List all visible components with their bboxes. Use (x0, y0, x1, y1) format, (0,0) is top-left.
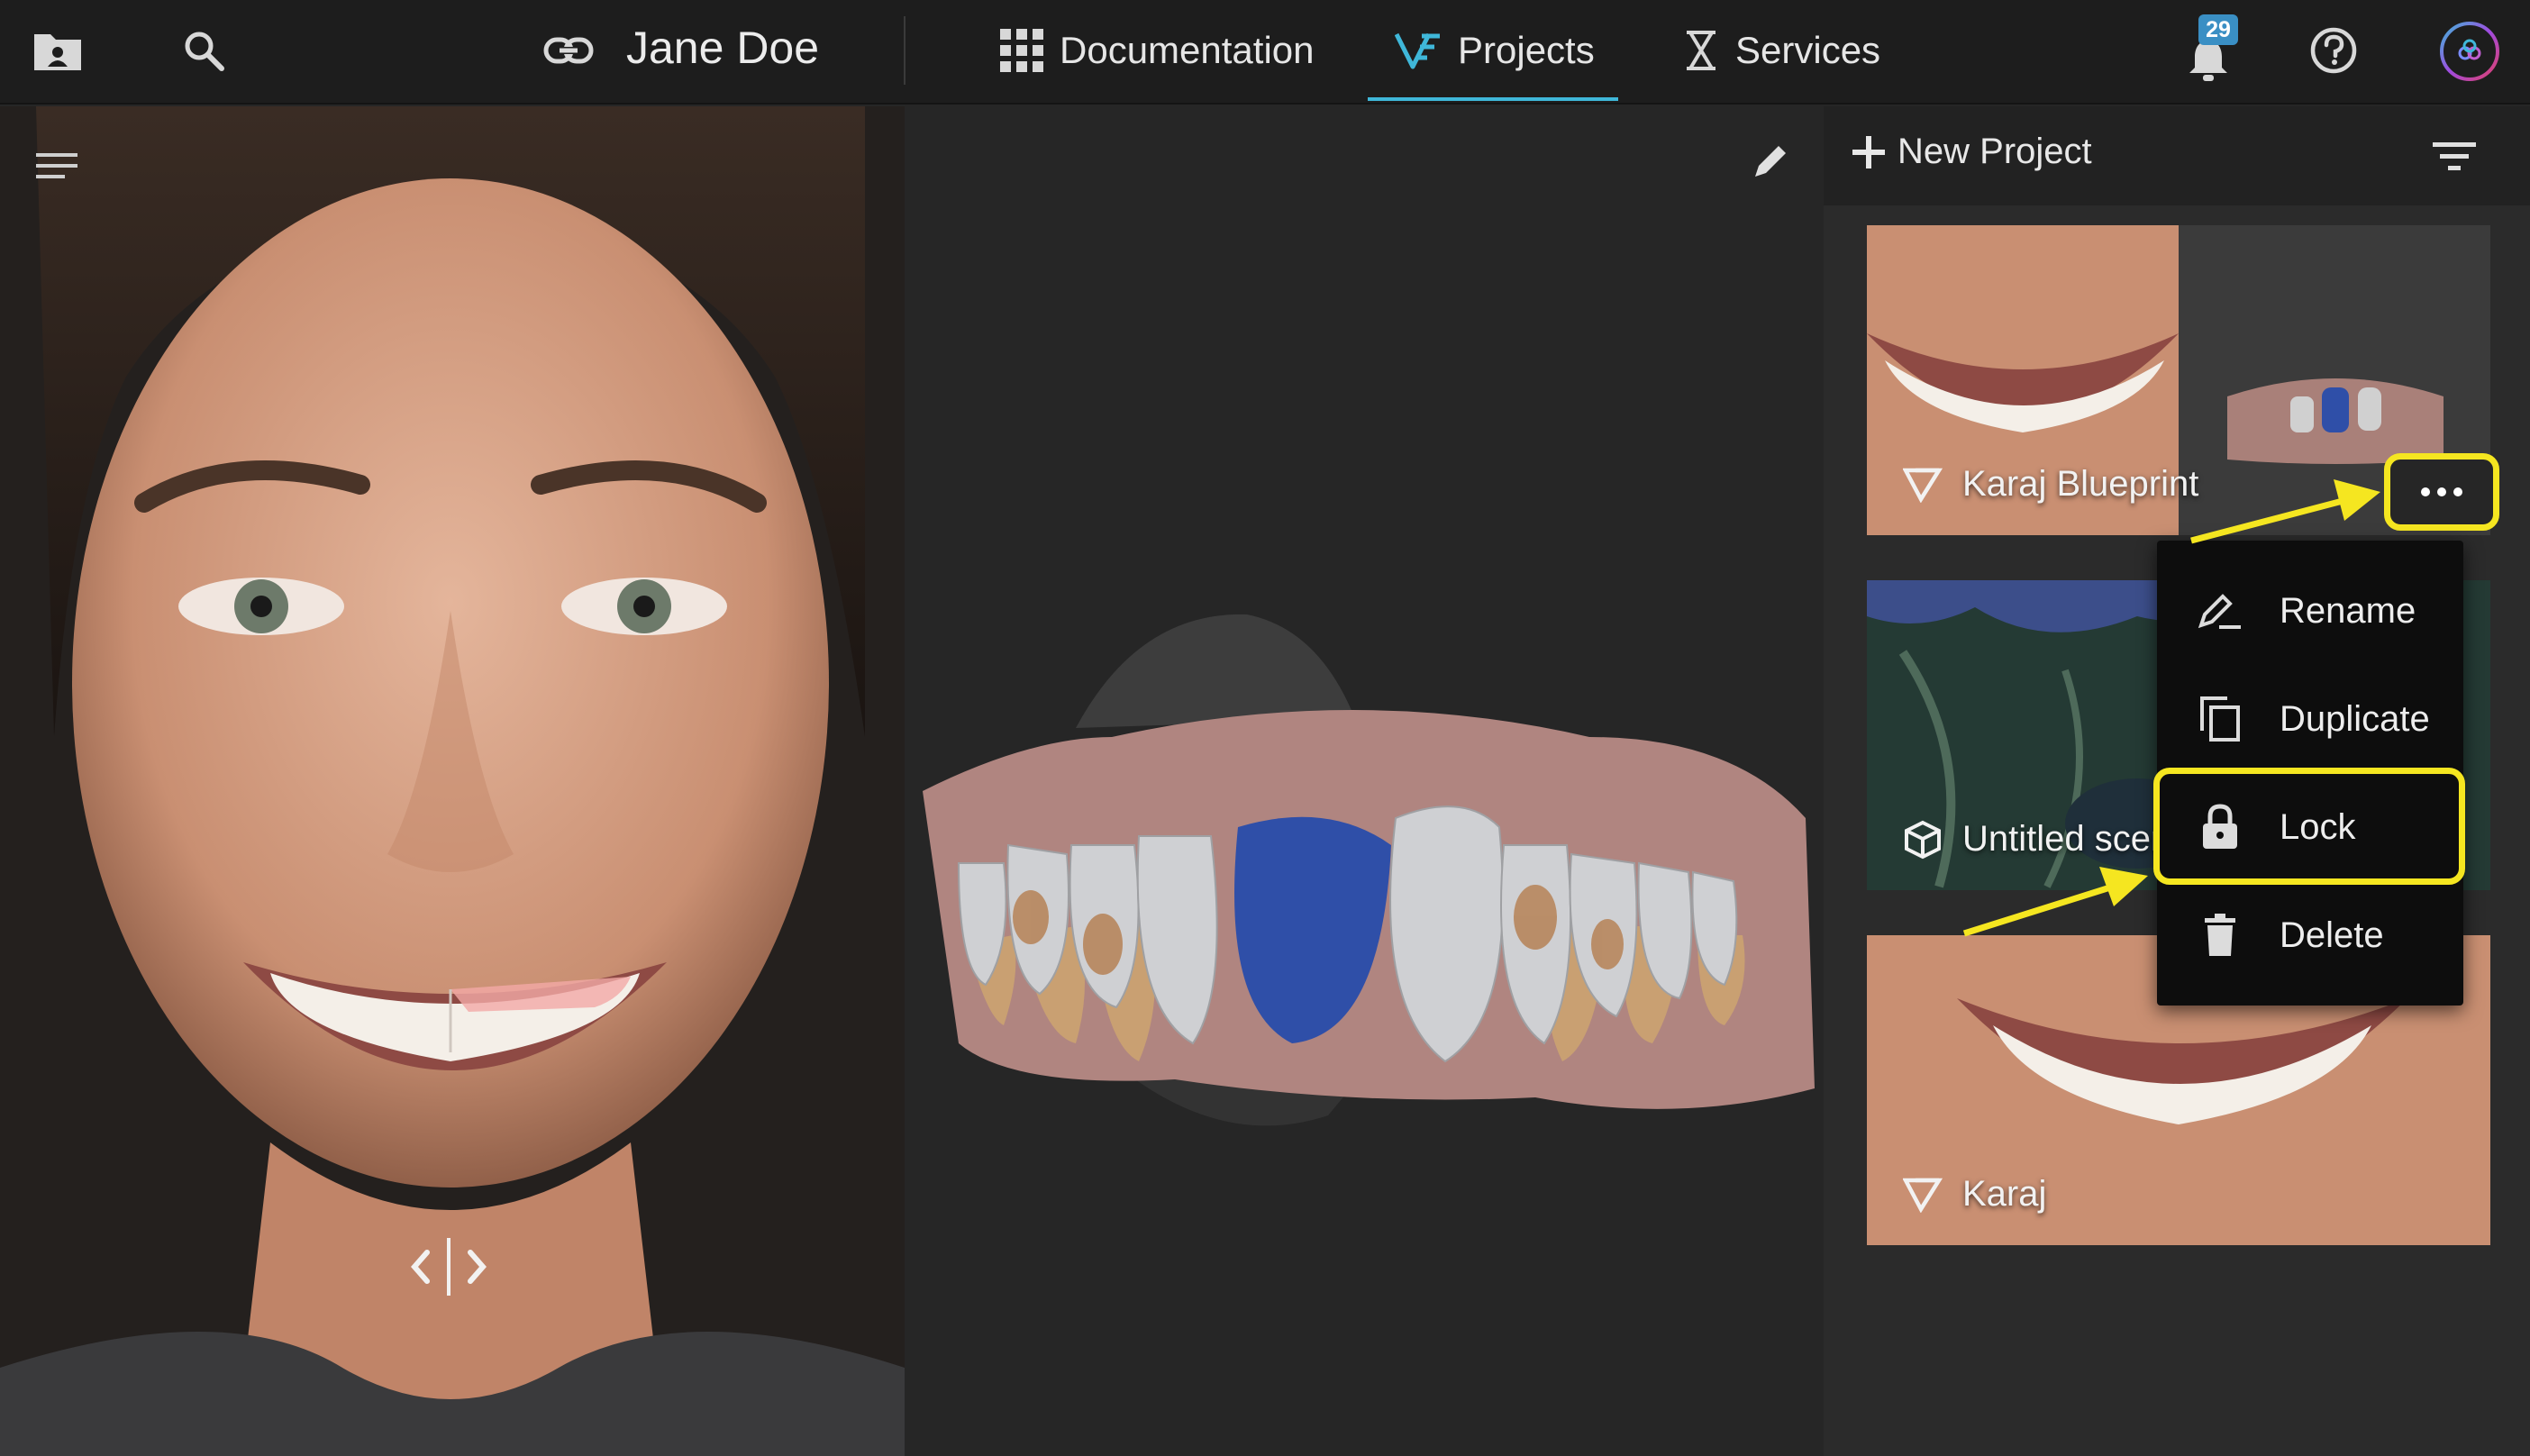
tab-projects[interactable]: Projects (1368, 0, 1618, 101)
tab-services-label: Services (1735, 29, 1881, 71)
dental-arch-model[interactable] (905, 106, 1824, 1456)
help-icon[interactable] (2307, 23, 2361, 77)
patient-name: Jane Doe (626, 23, 820, 73)
menu-item-rename[interactable]: Rename (2157, 557, 2463, 665)
project-name: Karaj (1962, 1174, 2047, 1214)
menu-item-duplicate[interactable]: Duplicate (2157, 665, 2463, 773)
menu-item-label: Duplicate (2280, 698, 2430, 739)
notification-badge: 29 (2198, 14, 2238, 45)
link-icon[interactable] (539, 25, 598, 76)
services-icon (1683, 30, 1719, 71)
new-project-label: New Project (1897, 132, 2092, 171)
project-name: Untitled scen (1962, 819, 2171, 859)
trash-icon (2193, 913, 2247, 958)
lock-icon (2193, 804, 2247, 851)
menu-lines-icon[interactable] (36, 151, 79, 184)
user-avatar[interactable] (2436, 18, 2503, 85)
tab-documentation-label: Documentation (1060, 29, 1315, 71)
tab-services[interactable]: Services (1683, 0, 1880, 101)
menu-item-label: Lock (2280, 806, 2356, 847)
projects-sidebar-header: New Project (1824, 106, 2530, 205)
project-name: Karaj Blueprint (1962, 464, 2199, 504)
compare-slider-handle[interactable] (404, 1231, 494, 1303)
project-more-options-button[interactable] (2384, 453, 2499, 531)
header-divider (904, 16, 906, 85)
patient-folder-icon[interactable] (27, 23, 88, 77)
more-dots-icon (2420, 487, 2463, 497)
menu-item-label: Delete (2280, 915, 2384, 955)
top-bar: Jane Doe Documentation Projects Services… (0, 0, 2530, 105)
filter-icon[interactable] (2433, 141, 2476, 173)
project-card-label: Karaj (1903, 1174, 2046, 1215)
projects-logo-icon (1395, 31, 1442, 70)
new-project-button[interactable]: New Project (1851, 132, 2092, 172)
blueprint-icon (1903, 467, 1943, 503)
cube-icon (1903, 820, 1943, 860)
patient-photo-panel[interactable] (0, 106, 905, 1456)
plus-icon (1851, 134, 1887, 170)
project-card-label: Karaj Blueprint (1903, 464, 2198, 505)
rename-icon (2193, 591, 2247, 631)
grid-icon (1000, 29, 1043, 72)
tab-projects-label: Projects (1458, 29, 1595, 71)
search-icon[interactable] (177, 23, 231, 77)
blueprint-icon (1903, 1177, 1943, 1213)
project-context-menu: Rename Duplicate Lock Delete (2157, 541, 2463, 1006)
3d-viewer[interactable] (905, 106, 1824, 1456)
tab-documentation[interactable]: Documentation (1000, 0, 1315, 101)
menu-item-lock[interactable]: Lock (2157, 773, 2463, 881)
duplicate-icon (2193, 695, 2247, 743)
menu-item-delete[interactable]: Delete (2157, 881, 2463, 989)
project-card-label: Untitled scen (1903, 819, 2171, 860)
menu-item-label: Rename (2280, 590, 2416, 631)
